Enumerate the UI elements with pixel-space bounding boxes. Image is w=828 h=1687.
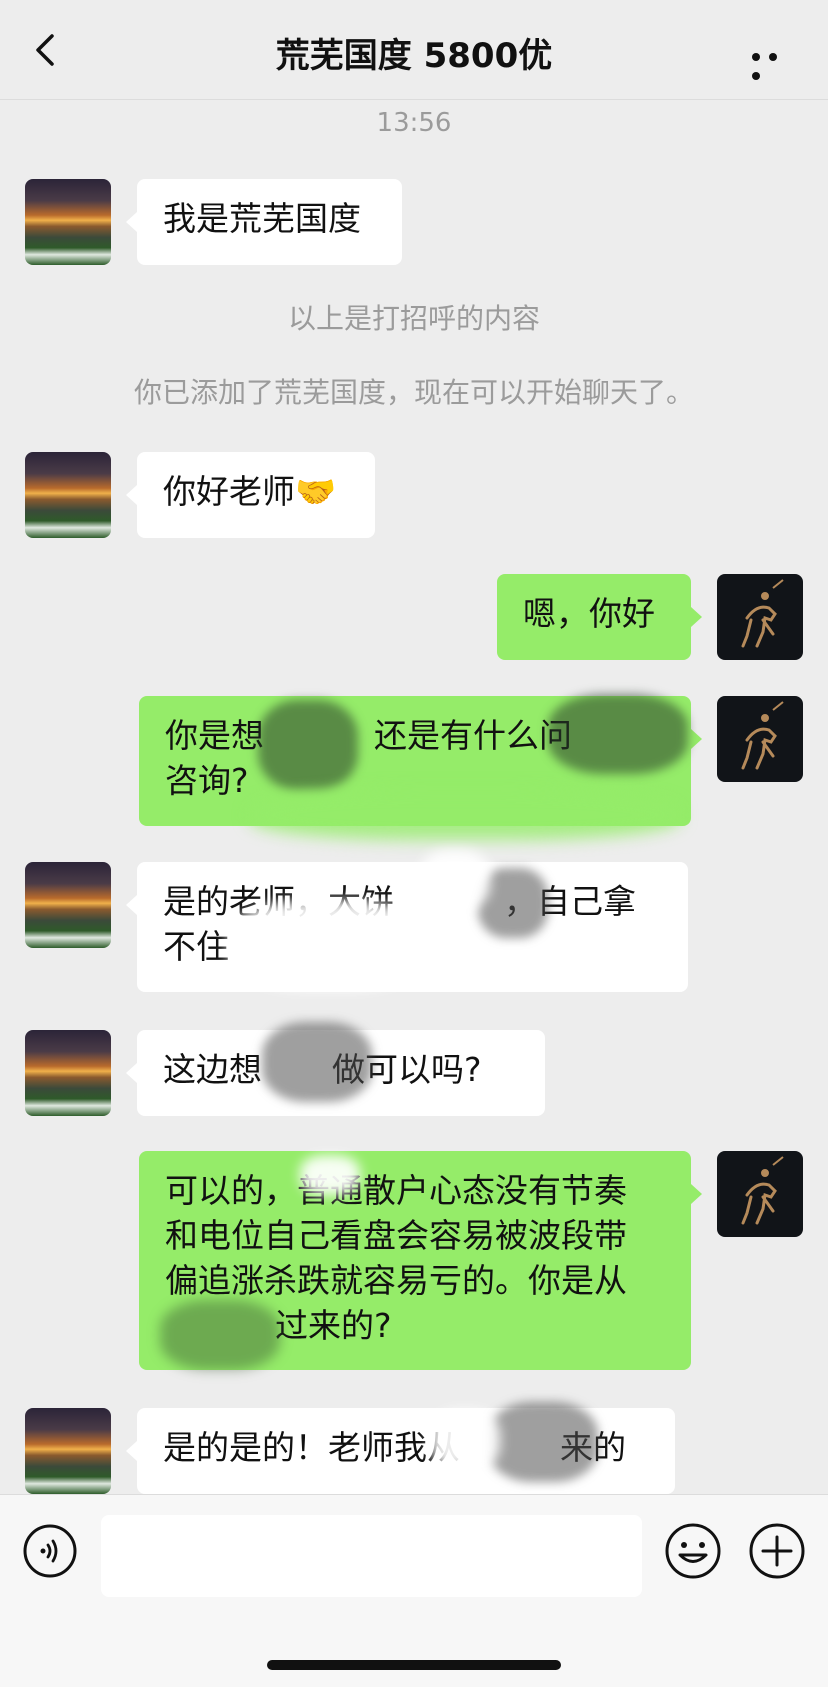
message-text: 这边想 [163, 1050, 262, 1089]
redaction-scribble [548, 694, 688, 774]
bubble-tail [691, 607, 702, 627]
contact-avatar[interactable] [25, 452, 111, 538]
chat-input-bar [0, 1494, 828, 1687]
redaction-scribble [430, 1410, 500, 1470]
plus-icon[interactable] [748, 1522, 806, 1580]
polo-player-icon [741, 701, 784, 770]
message-bubble-incoming[interactable]: 我是荒芜国度 [137, 179, 402, 265]
more-dots-icon[interactable] [752, 46, 798, 80]
redaction-scribble [258, 700, 358, 790]
bubble-tail [126, 895, 137, 915]
redaction-scribble [250, 790, 680, 840]
redaction-scribble [300, 1155, 360, 1195]
redaction-scribble [488, 1402, 598, 1482]
message-text: 我是荒芜国度 [163, 199, 361, 238]
message-text: 过来的? [275, 1306, 392, 1345]
contact-avatar[interactable] [25, 1030, 111, 1116]
message-text: 你是想 [165, 716, 264, 755]
contact-avatar[interactable] [25, 179, 111, 265]
message-text: 嗯，你好 [523, 594, 655, 633]
chat-title: 荒芜国度 5800优 [275, 36, 553, 76]
redaction-scribble [420, 850, 490, 910]
timestamp: 13:56 [376, 108, 452, 138]
message-bubble-outgoing[interactable]: 嗯，你好 [497, 574, 691, 660]
contact-avatar[interactable] [25, 1408, 111, 1494]
bubble-tail [126, 1441, 137, 1461]
redaction-scribble [228, 900, 428, 990]
my-avatar[interactable] [717, 696, 803, 782]
bubble-tail [126, 212, 137, 232]
polo-player-icon [741, 1156, 784, 1225]
polo-player-icon [741, 579, 784, 648]
voice-icon[interactable] [22, 1523, 78, 1579]
contact-avatar[interactable] [25, 862, 111, 948]
bubble-tail [126, 1063, 137, 1083]
my-avatar[interactable] [717, 1151, 803, 1237]
message-input[interactable] [101, 1515, 642, 1597]
message-text: 和电位自己看盘会容易被波段带 [165, 1216, 627, 1255]
home-indicator [267, 1660, 561, 1670]
message-text: 还是有什么问 [374, 716, 572, 755]
message-bubble-incoming[interactable]: 你好老师🤝 [137, 452, 375, 538]
message-text: 你好老师🤝 [163, 472, 337, 511]
bubble-tail [691, 1184, 702, 1204]
bubble-tail [691, 729, 702, 749]
redaction-scribble [262, 1022, 372, 1102]
chat-header: 荒芜国度 5800优 [0, 0, 828, 100]
system-note: 你已添加了荒芜国度，现在可以开始聊天了。 [133, 376, 694, 409]
message-text: 偏追涨杀跌就容易亏的。你是从 [165, 1261, 627, 1300]
message-text: 是的是的！老师我从 [163, 1428, 460, 1467]
emoji-icon[interactable] [664, 1522, 722, 1580]
bubble-tail [126, 485, 137, 505]
redaction-scribble [160, 1300, 280, 1370]
system-note: 以上是打招呼的内容 [287, 302, 540, 335]
my-avatar[interactable] [717, 574, 803, 660]
message-text: 可以的，普通散户心态没有节奏 [165, 1171, 627, 1210]
